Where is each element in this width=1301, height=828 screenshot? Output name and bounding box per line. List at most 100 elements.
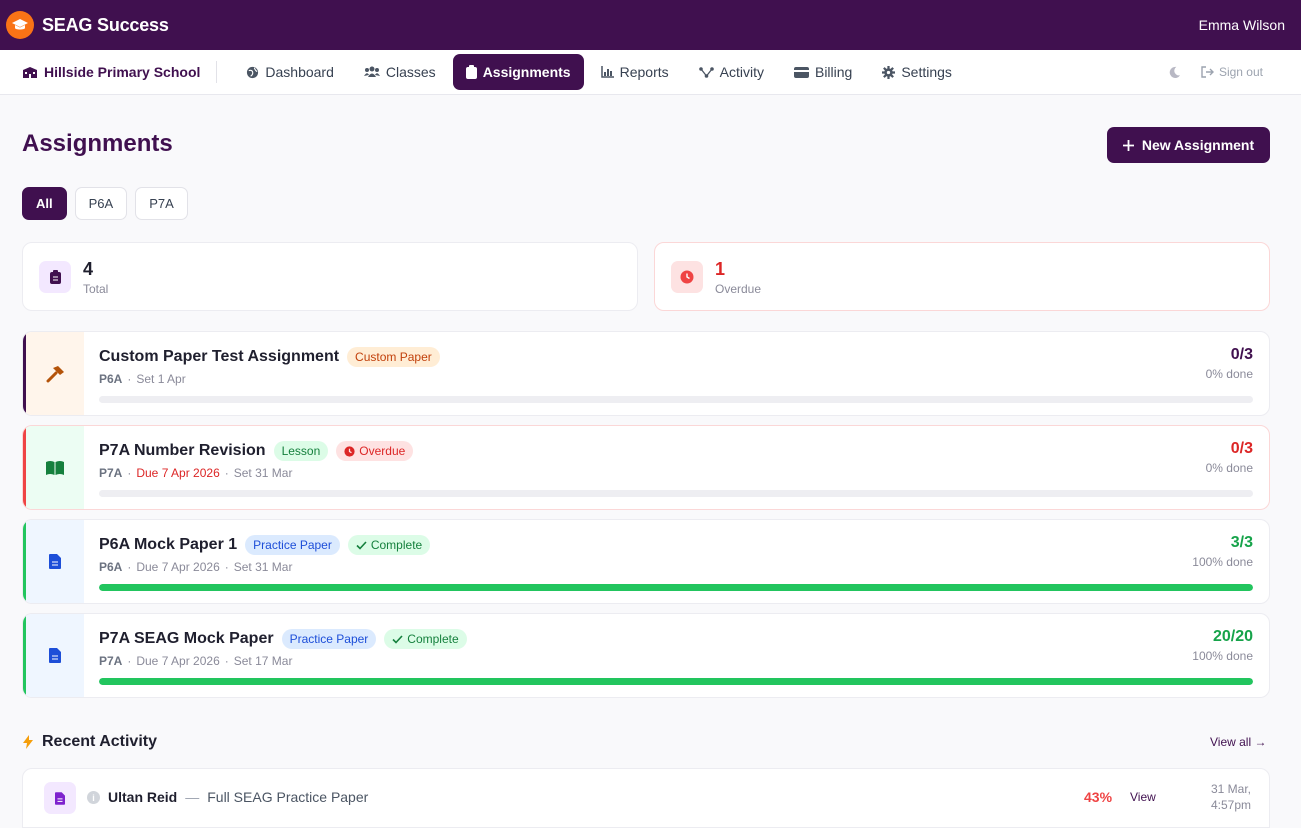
nav-item-settings[interactable]: Settings bbox=[869, 54, 965, 90]
activity-row[interactable]: i Ultan Reid — Full SEAG Practice Paper 43… bbox=[22, 768, 1270, 828]
school-icon bbox=[23, 66, 37, 78]
progress-fill bbox=[99, 584, 1253, 591]
nav-item-assignments[interactable]: Assignments bbox=[452, 54, 584, 90]
student-name: Ultan Reid bbox=[108, 789, 178, 805]
clipboard-icon bbox=[465, 65, 477, 79]
set-date: Set 1 Apr bbox=[136, 372, 186, 386]
assignment-title: P7A Number Revision bbox=[99, 442, 266, 459]
brand-name: SEAG Success bbox=[42, 14, 169, 35]
class-label: P6A bbox=[99, 372, 123, 386]
globe-icon bbox=[247, 66, 259, 78]
new-assignment-button[interactable]: New Assignment bbox=[1107, 127, 1270, 163]
document-icon bbox=[26, 614, 84, 697]
progress-bar bbox=[99, 396, 1253, 403]
sign-out-icon bbox=[1201, 66, 1214, 78]
brand[interactable]: SEAG Success bbox=[6, 11, 169, 39]
credit-card-icon bbox=[793, 66, 809, 78]
filter-all[interactable]: All bbox=[22, 187, 67, 220]
stat-overdue-value: 1 bbox=[715, 258, 726, 279]
assignment-title: Custom Paper Test Assignment bbox=[99, 348, 340, 365]
progress-fill bbox=[99, 678, 1253, 685]
page-title: Assignments bbox=[22, 130, 173, 157]
nav-right: Sign out bbox=[1168, 65, 1285, 79]
type-badge: Lesson bbox=[273, 441, 329, 461]
clock-icon bbox=[671, 260, 703, 293]
student-avatar: i bbox=[87, 791, 100, 804]
filter-p6a[interactable]: P6A bbox=[74, 187, 128, 220]
plus-icon bbox=[1122, 139, 1134, 151]
type-badge: Custom Paper bbox=[347, 347, 440, 367]
assignment-card[interactable]: P6A Mock Paper 1 Practice Paper Complete… bbox=[22, 519, 1270, 604]
assignment-meta: P7A · Due 7 Apr 2026 · Set 31 Mar bbox=[99, 466, 293, 480]
completion-count: 3/3 100% done bbox=[1192, 534, 1253, 569]
paper-name: Full SEAG Practice Paper bbox=[207, 789, 369, 805]
progress-bar bbox=[99, 490, 1253, 497]
activity-icon bbox=[698, 66, 714, 78]
type-badge: Practice Paper bbox=[245, 535, 340, 555]
stat-total-value: 4 bbox=[83, 258, 94, 279]
type-badge: Practice Paper bbox=[281, 629, 377, 649]
nav-item-billing[interactable]: Billing bbox=[781, 54, 865, 90]
class-label: P6A bbox=[99, 560, 123, 574]
nav-item-activity[interactable]: Activity bbox=[686, 54, 777, 90]
class-label: P7A bbox=[99, 654, 123, 668]
lightning-icon bbox=[23, 735, 33, 749]
top-bar: SEAG Success Emma Wilson bbox=[0, 0, 1301, 50]
due-date: Due 7 Apr 2026 bbox=[136, 466, 220, 480]
stat-overdue-label: Overdue bbox=[715, 281, 762, 296]
users-icon bbox=[363, 66, 380, 77]
assignment-card[interactable]: P7A Number Revision Lesson Overdue P7A · D… bbox=[22, 425, 1270, 510]
assignment-card[interactable]: P7A SEAG Mock Paper Practice Paper Compl… bbox=[22, 613, 1270, 698]
chart-icon bbox=[600, 66, 614, 78]
stat-total-label: Total bbox=[83, 281, 109, 296]
completion-count: 20/20 100% done bbox=[1192, 628, 1253, 663]
set-date: Set 31 Mar bbox=[233, 560, 293, 574]
complete-badge: Complete bbox=[384, 629, 467, 649]
moon-icon[interactable] bbox=[1168, 66, 1181, 79]
check-icon bbox=[392, 634, 403, 644]
class-label: P7A bbox=[99, 466, 123, 480]
graduation-cap-icon bbox=[6, 11, 34, 39]
nav-item-dashboard[interactable]: Dashboard bbox=[233, 54, 347, 90]
filter-p7a[interactable]: P7A bbox=[135, 187, 188, 220]
clipboard-list-icon bbox=[39, 260, 71, 293]
assignment-card[interactable]: Custom Paper Test Assignment Custom Pape… bbox=[22, 331, 1270, 416]
sign-out-button[interactable]: Sign out bbox=[1201, 65, 1263, 79]
progress-bar bbox=[99, 678, 1253, 685]
assignment-meta: P6A · Due 7 Apr 2026 · Set 31 Mar bbox=[99, 560, 293, 574]
completion-count: 0/3 0% done bbox=[1205, 346, 1253, 381]
hammer-icon bbox=[26, 332, 84, 415]
assignment-title: P6A Mock Paper 1 bbox=[99, 536, 238, 553]
timestamp: 31 Mar, 4:57pm bbox=[1210, 782, 1251, 812]
completion-count: 0/3 0% done bbox=[1205, 440, 1253, 475]
school-name: Hillside Primary School bbox=[22, 61, 218, 83]
score: 43% bbox=[1084, 789, 1113, 805]
clock-icon bbox=[344, 445, 355, 457]
user-name[interactable]: Emma Wilson bbox=[1199, 17, 1285, 33]
nav-item-reports[interactable]: Reports bbox=[588, 54, 682, 90]
assignment-title: P7A SEAG Mock Paper bbox=[99, 630, 274, 647]
nav-items: Dashboard Classes Assignments Reports Ac… bbox=[233, 54, 965, 90]
assignment-meta: P7A · Due 7 Apr 2026 · Set 17 Mar bbox=[99, 654, 293, 668]
progress-bar bbox=[99, 584, 1253, 591]
set-date: Set 31 Mar bbox=[233, 466, 293, 480]
document-icon bbox=[44, 782, 76, 814]
check-icon bbox=[356, 540, 367, 550]
complete-badge: Complete bbox=[347, 535, 431, 555]
document-icon bbox=[26, 520, 84, 603]
class-filters: All P6A P7A bbox=[22, 187, 188, 220]
view-link[interactable]: View bbox=[1130, 790, 1156, 804]
stat-overdue: 1 Overdue bbox=[654, 242, 1270, 311]
due-date: Due 7 Apr 2026 bbox=[136, 654, 220, 668]
overdue-badge: Overdue bbox=[336, 441, 414, 461]
set-date: Set 17 Mar bbox=[233, 654, 293, 668]
nav-item-classes[interactable]: Classes bbox=[351, 54, 449, 90]
nav-bar: Hillside Primary School Dashboard Classe… bbox=[0, 50, 1301, 95]
recent-activity-heading: Recent Activity bbox=[22, 733, 157, 751]
due-date: Due 7 Apr 2026 bbox=[136, 560, 220, 574]
book-icon bbox=[26, 426, 84, 509]
view-all-link[interactable]: View all → bbox=[1210, 735, 1266, 749]
stat-total: 4 Total bbox=[22, 242, 638, 311]
assignment-meta: P6A · Set 1 Apr bbox=[99, 372, 186, 386]
gear-icon bbox=[882, 65, 896, 79]
